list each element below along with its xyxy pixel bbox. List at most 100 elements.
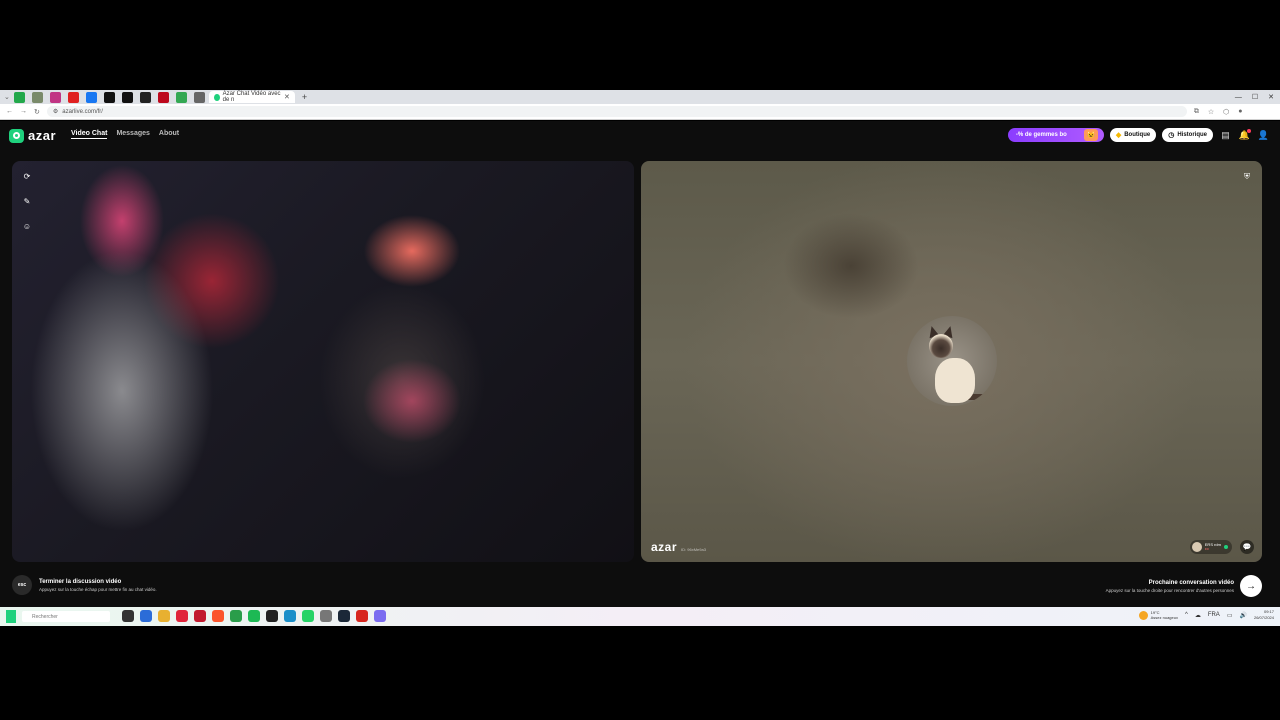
- grid-icon[interactable]: [139, 91, 151, 103]
- language-indicator[interactable]: FRA: [1208, 612, 1220, 618]
- forward-icon[interactable]: →: [20, 108, 27, 115]
- youtube-icon[interactable]: [67, 91, 79, 103]
- opera-gx-icon[interactable]: [194, 610, 206, 622]
- steam-icon[interactable]: [338, 610, 350, 622]
- report-shield-icon[interactable]: ⛨: [1242, 171, 1252, 182]
- promo-label: -% de gemmes bo: [1015, 132, 1067, 138]
- taskbar-search[interactable]: Rechercher: [22, 611, 110, 622]
- whatsapp-icon[interactable]: [302, 610, 314, 622]
- chat-bubble-icon[interactable]: 💬: [1240, 540, 1254, 554]
- drive-icon[interactable]: [175, 91, 187, 103]
- start-button-icon[interactable]: [6, 610, 16, 623]
- x-icon[interactable]: [103, 91, 115, 103]
- next-chat-subtitle: Appuyez sur la touche droite pour rencon…: [1105, 587, 1234, 593]
- edge-icon[interactable]: [284, 610, 296, 622]
- discord-icon[interactable]: [374, 610, 386, 622]
- green-square-icon[interactable]: [13, 91, 25, 103]
- tray-onedrive-icon[interactable]: ☁: [1195, 612, 1201, 619]
- bookmark-star-icon[interactable]: ☆: [1208, 108, 1214, 116]
- instagram-icon[interactable]: [49, 91, 61, 103]
- address-bar-row: ← → ↻ ⚙ azarlive.com/fr/ ⧉ ☆ ⬡ ●: [0, 104, 1280, 120]
- gem-promo-button[interactable]: -% de gemmes bo 😺: [1007, 128, 1104, 142]
- volume-icon[interactable]: 🔊: [1239, 612, 1246, 619]
- new-tab-icon[interactable]: +: [302, 92, 307, 102]
- nav-about[interactable]: About: [159, 130, 179, 139]
- mask-icon[interactable]: ☺: [22, 221, 32, 231]
- next-chat-control[interactable]: Prochaine conversation vidéo Appuyez sur…: [1106, 575, 1262, 597]
- url-text: azarlive.com/fr/: [62, 108, 103, 115]
- azar-app: azar Video Chat Messages About -% de gem…: [0, 121, 1280, 607]
- opera-icon[interactable]: [176, 610, 188, 622]
- weather-sun-icon: [1138, 610, 1148, 620]
- weather-widget[interactable]: 19°C Assez nuageux: [1138, 610, 1178, 620]
- windows-taskbar: Rechercher 19°C Assez nuageux ^ ☁ FRA ▭ …: [0, 607, 1280, 626]
- local-video: ⟳ ✎ ☺: [12, 161, 634, 562]
- boutique-label: Boutique: [1124, 132, 1151, 138]
- x-icon[interactable]: [121, 91, 133, 103]
- task-view-icon[interactable]: [122, 610, 134, 622]
- shield-icon[interactable]: [31, 91, 43, 103]
- historique-button[interactable]: ◷ Historique: [1162, 128, 1213, 142]
- tab-azar[interactable]: Azar Chat Vidéo avec de n ✕: [208, 91, 295, 103]
- remote-country: FR: [1204, 547, 1209, 551]
- watermark-id: ID: 96xMe9a3: [681, 547, 706, 552]
- site-info-icon[interactable]: ⚙: [53, 108, 58, 115]
- camera-switch-icon[interactable]: ⟳: [22, 171, 32, 181]
- azar-favicon-icon: [213, 93, 220, 101]
- history-icon: ◷: [1168, 132, 1175, 139]
- gear-icon[interactable]: [193, 91, 205, 103]
- azar-logo[interactable]: azar: [9, 128, 56, 143]
- facebook-icon[interactable]: [85, 91, 97, 103]
- profile-icon[interactable]: ●: [1238, 108, 1242, 116]
- next-arrow-button[interactable]: →: [1240, 575, 1262, 597]
- watermark-logo: azar: [651, 540, 678, 554]
- clock-date: 26/07/2024: [1253, 615, 1274, 620]
- next-chat-title: Prochaine conversation vidéo: [1148, 579, 1234, 586]
- folder-icon[interactable]: [158, 610, 170, 622]
- install-icon[interactable]: ⧉: [1194, 108, 1199, 116]
- browser-tab-bar: ⌄ Azar Chat Vidéo avec de n ✕ + — ☐ ✕: [0, 90, 1280, 104]
- notification-dot: [1247, 128, 1251, 133]
- end-chat-subtitle: Appuyez sur la touche échap pour mettre …: [39, 586, 157, 592]
- letterbox-top: [0, 0, 1280, 90]
- spotify-icon[interactable]: [248, 610, 260, 622]
- promo-character-icon: 😺: [1083, 129, 1098, 141]
- extensions-icon[interactable]: ⬡: [1223, 108, 1229, 116]
- settings-icon[interactable]: [320, 610, 332, 622]
- reload-icon[interactable]: ↻: [34, 108, 40, 116]
- esc-button[interactable]: esc: [12, 575, 32, 595]
- bell-icon[interactable]: 🔔: [1238, 128, 1251, 142]
- clock-time: 09:17: [1263, 609, 1274, 614]
- minimize-icon[interactable]: —: [1235, 94, 1242, 101]
- chrome-icon[interactable]: [230, 610, 242, 622]
- remote-user-chip[interactable]: ERS rdm FR: [1189, 540, 1232, 554]
- brave-icon[interactable]: [212, 610, 224, 622]
- logo-text: azar: [28, 128, 57, 143]
- effects-wand-icon[interactable]: ✎: [22, 196, 32, 206]
- remote-video: ⛨ azar ID: 96xMe9a3 ERS rdm FR 💬: [641, 161, 1262, 562]
- pinterest-icon[interactable]: [157, 91, 169, 103]
- obs-icon[interactable]: [266, 610, 278, 622]
- online-status-dot: [1224, 545, 1228, 549]
- inbox-icon[interactable]: ▤: [1219, 129, 1232, 142]
- nav-video-chat[interactable]: Video Chat: [71, 130, 108, 139]
- url-field[interactable]: ⚙ azarlive.com/fr/: [46, 106, 1187, 117]
- tray-chevron-icon[interactable]: ^: [1185, 612, 1188, 618]
- user-avatar-icon[interactable]: 👤: [1257, 129, 1270, 142]
- nav-messages[interactable]: Messages: [116, 130, 149, 139]
- boutique-button[interactable]: ◆ Boutique: [1109, 128, 1157, 142]
- network-icon[interactable]: ▭: [1227, 612, 1233, 619]
- back-icon[interactable]: ←: [6, 108, 13, 115]
- end-chat-control[interactable]: esc Terminer la discussion vidéo Appuyez…: [12, 575, 157, 595]
- top-nav: azar Video Chat Messages About -% de gem…: [0, 121, 1280, 149]
- close-tab-icon[interactable]: ✕: [284, 93, 290, 101]
- remote-user-avatar: [1191, 542, 1202, 552]
- clock[interactable]: 09:17 26/07/2024: [1254, 609, 1274, 621]
- acrobat-icon[interactable]: [356, 610, 368, 622]
- azar-logo-icon: [9, 128, 24, 143]
- store-icon[interactable]: [140, 610, 152, 622]
- gem-icon: ◆: [1115, 132, 1122, 139]
- window-close-icon[interactable]: ✕: [1268, 93, 1274, 101]
- tab-menu-icon[interactable]: ⌄: [4, 93, 10, 101]
- maximize-icon[interactable]: ☐: [1252, 93, 1258, 101]
